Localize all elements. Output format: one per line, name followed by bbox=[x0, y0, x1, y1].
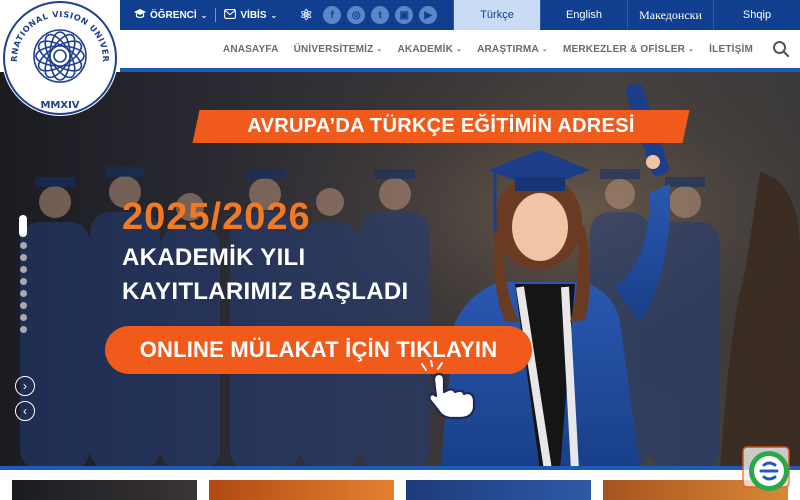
nav-item-centers-offices[interactable]: MERKEZLER & OFİSLER ⌄ bbox=[563, 44, 694, 55]
main-nav: ANASAYFA ÜNİVERSİTEMİZ ⌄ AKADEMİK ⌄ ARAŞTI… bbox=[120, 30, 800, 68]
chat-widget-icon[interactable] bbox=[742, 446, 792, 494]
twitter-icon[interactable]: t bbox=[371, 6, 390, 24]
chevron-right-icon: › bbox=[23, 379, 27, 393]
chevron-down-icon: ⌄ bbox=[200, 10, 208, 20]
facebook-icon[interactable]: f bbox=[323, 6, 342, 24]
lang-macedonian[interactable]: Македонски bbox=[627, 0, 713, 30]
atom-icon[interactable]: ⚛ bbox=[295, 6, 317, 24]
language-switcher: Türkçe English Македонски Shqip bbox=[453, 0, 800, 30]
chevron-left-icon: ‹ bbox=[23, 404, 27, 418]
chevron-down-icon: ⌄ bbox=[456, 46, 463, 53]
news-card[interactable] bbox=[209, 480, 394, 500]
nav-item-label: ANASAYFA bbox=[222, 43, 279, 55]
hero-year: 2025/2026 bbox=[122, 196, 311, 238]
news-card[interactable] bbox=[12, 480, 197, 500]
top-bar-links: ÖĞRENCİ ⌄ VİBİS ⌄ bbox=[120, 0, 277, 30]
hero-banner-text: AVRUPA’DA TÜRKÇE EĞİTİMİN ADRESİ bbox=[247, 115, 635, 137]
slide-dot[interactable] bbox=[19, 302, 27, 309]
divider bbox=[215, 8, 217, 22]
chevron-down-icon: ⌄ bbox=[688, 46, 695, 53]
nav-item-contact[interactable]: İLETİŞİM bbox=[709, 44, 753, 55]
lang-turkish[interactable]: Türkçe bbox=[453, 0, 540, 30]
linkedin-icon[interactable]: ▣ bbox=[395, 6, 414, 24]
lang-albanian[interactable]: Shqip bbox=[713, 0, 800, 30]
slide-dot[interactable] bbox=[19, 242, 27, 249]
youtube-icon[interactable]: ▶ bbox=[419, 6, 438, 24]
nav-item-label: İLETİŞİM bbox=[709, 43, 753, 55]
university-logo[interactable]: INTERNATIONAL VISION UNIVERSITY MMXIV bbox=[0, 0, 120, 120]
nav-item-label: AKADEMİK bbox=[397, 43, 453, 55]
vibis-menu[interactable]: VİBİS ⌄ bbox=[224, 8, 278, 22]
student-menu[interactable]: ÖĞRENCİ ⌄ bbox=[134, 8, 208, 22]
nav-item-university[interactable]: ÜNİVERSİTEMİZ ⌄ bbox=[294, 44, 383, 55]
hand-pointer-icon bbox=[420, 359, 484, 420]
slide-dot[interactable] bbox=[19, 326, 27, 333]
hero-line-academic-year: AKADEMİK YILI bbox=[122, 244, 306, 271]
nav-item-label: MERKEZLER & OFİSLER bbox=[562, 43, 686, 55]
student-menu-label: ÖĞRENCİ bbox=[150, 9, 197, 21]
slide-dot[interactable] bbox=[19, 254, 27, 261]
search-icon[interactable] bbox=[772, 40, 790, 58]
nav-item-research[interactable]: ARAŞTIRMA ⌄ bbox=[477, 44, 548, 55]
slider-pagination bbox=[19, 215, 27, 333]
vibis-menu-label: VİBİS bbox=[240, 9, 267, 21]
logo-year-text: MMXIV bbox=[40, 100, 79, 111]
instagram-icon[interactable]: ◎ bbox=[347, 6, 366, 24]
hero-line-registration: KAYITLARIMIZ BAŞLADI bbox=[122, 278, 409, 305]
nav-item-home[interactable]: ANASAYFA bbox=[223, 44, 279, 55]
slide-dot[interactable] bbox=[19, 278, 27, 285]
top-bar: ÖĞRENCİ ⌄ VİBİS ⌄ ⚛ f ◎ t ▣ ▶ Türkçe Eng… bbox=[120, 0, 800, 30]
social-links: ⚛ f ◎ t ▣ ▶ bbox=[295, 0, 438, 30]
news-card[interactable] bbox=[406, 480, 591, 500]
nav-item-label: ÜNİVERSİTEMİZ bbox=[293, 43, 374, 55]
slide-dot[interactable] bbox=[19, 266, 27, 273]
nav-item-label: ARAŞTIRMA bbox=[477, 43, 539, 55]
chevron-down-icon: ⌄ bbox=[376, 46, 383, 53]
slider-prev-button[interactable]: ‹ bbox=[15, 401, 35, 421]
slide-dot[interactable] bbox=[19, 290, 27, 297]
hero-slider[interactable]: AVRUPA’DA TÜRKÇE EĞİTİMİN ADRESİ 2025/20… bbox=[0, 72, 800, 470]
lang-english[interactable]: English bbox=[540, 0, 627, 30]
news-cards bbox=[0, 470, 800, 500]
slide-dot-active[interactable] bbox=[19, 215, 27, 237]
chevron-down-icon: ⌄ bbox=[541, 46, 548, 53]
nav-item-academic[interactable]: AKADEMİK ⌄ bbox=[398, 44, 463, 55]
slide-dot[interactable] bbox=[19, 314, 27, 321]
chevron-down-icon: ⌄ bbox=[270, 10, 278, 20]
slider-next-button[interactable]: › bbox=[15, 376, 35, 396]
mail-icon bbox=[224, 8, 237, 22]
graduation-cap-icon bbox=[134, 8, 146, 22]
